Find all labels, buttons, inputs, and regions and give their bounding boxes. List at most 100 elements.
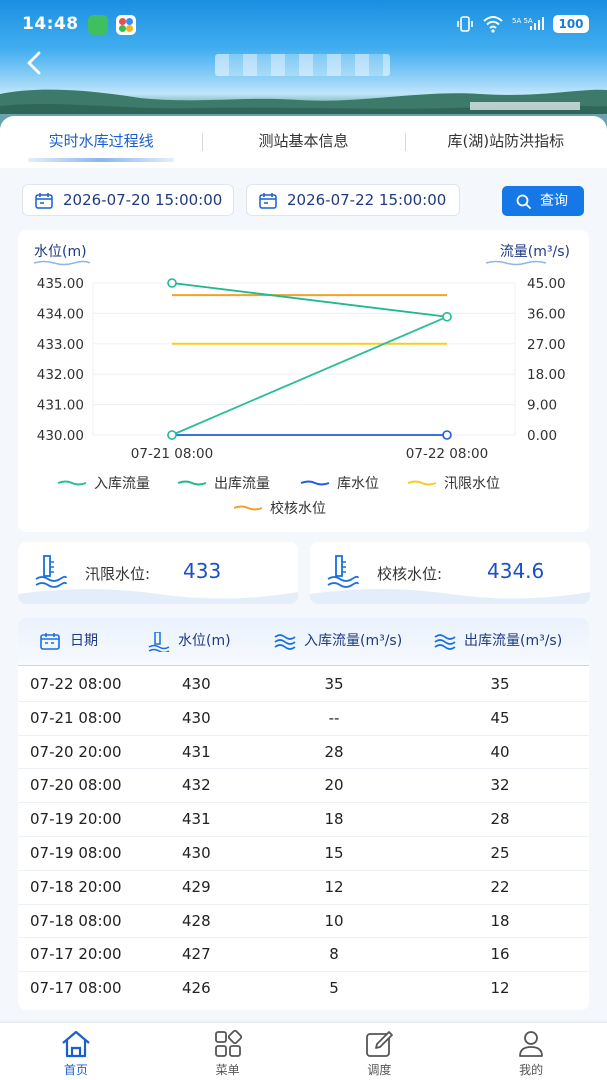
nav-profile[interactable]: 我的 — [455, 1023, 607, 1080]
legend-item: 汛限水位 — [444, 476, 500, 492]
series-line-1 — [171, 282, 448, 318]
cell-inflow: 28 — [324, 742, 344, 761]
table-row: 07-21 08:00 430 -- 45 — [18, 702, 589, 736]
legend-item: 库水位 — [337, 476, 379, 492]
header-banner: 14:48 5A 5A 100 — [0, 0, 607, 130]
nav-menu[interactable]: 菜单 — [152, 1023, 304, 1080]
cell-date: 07-19 20:00 — [30, 810, 122, 829]
status-bar: 14:48 5A 5A 100 — [0, 0, 607, 50]
legend-swatch — [300, 480, 330, 486]
cell-inflow: 10 — [324, 911, 344, 930]
cell-outflow: 40 — [490, 742, 510, 761]
svg-text:5A 5A: 5A 5A — [512, 17, 533, 25]
back-arrow-icon[interactable] — [22, 48, 48, 78]
wechat-icon — [88, 15, 108, 35]
cell-outflow: 32 — [490, 776, 510, 795]
cell-water-level: 430 — [182, 675, 211, 693]
flood-limit-value: 433 — [183, 559, 222, 583]
y-tick-left: 431.00 — [37, 398, 84, 414]
legend-item: 校核水位 — [270, 500, 326, 517]
cell-outflow: 16 — [490, 945, 510, 964]
wave-decoration — [310, 589, 590, 604]
cell-inflow: 20 — [324, 776, 344, 795]
query-button[interactable]: 查询 — [502, 186, 584, 216]
y-tick-right: 45.00 — [527, 276, 566, 292]
user-icon — [519, 1031, 544, 1057]
table-row: 07-17 08:00 426 5 12 — [18, 972, 589, 1006]
waves-icon — [434, 634, 456, 650]
table-row: 07-18 20:00 429 12 22 — [18, 871, 589, 905]
battery-icon: 100 — [553, 15, 589, 33]
y-tick-right: 18.00 — [527, 367, 566, 383]
cell-inflow: 5 — [329, 979, 339, 998]
nav-home[interactable]: 首页 — [0, 1023, 152, 1080]
data-point — [442, 311, 452, 322]
app-grid-icon — [116, 15, 136, 35]
y-tick-left: 434.00 — [37, 306, 84, 322]
cell-date: 07-20 20:00 — [30, 742, 122, 761]
cell-inflow: 18 — [324, 810, 344, 829]
y-tick-right: 27.00 — [527, 337, 566, 353]
legend-item: 出库流量 — [214, 476, 270, 492]
start-date-value: 2026-07-20 15:00:00 — [63, 191, 223, 209]
cell-outflow: 25 — [490, 843, 510, 862]
data-point — [167, 278, 177, 288]
calendar-icon — [259, 193, 277, 209]
data-point — [167, 430, 177, 440]
y-tick-left: 433.00 — [37, 337, 84, 353]
legend-swatch — [407, 480, 437, 486]
y-tick-left: 430.00 — [37, 428, 84, 444]
waves-icon — [274, 634, 296, 650]
cell-water-level: 431 — [182, 810, 211, 829]
tab-bar: 实时水库过程线 测站基本信息 库(湖)站防洪指标 — [0, 116, 607, 168]
table-row: 07-22 08:00 430 35 35 — [18, 668, 589, 702]
header-date: 日期 — [40, 618, 140, 664]
chart-card: 水位(m) 流量(m³/s) 435.00 45.00 434.00 36.00 433.0… — [18, 230, 589, 532]
end-date-value: 2026-07-22 15:00:00 — [287, 191, 447, 209]
cell-outflow: 18 — [490, 911, 510, 930]
cell-date: 07-18 20:00 — [30, 877, 122, 896]
cell-outflow: 35 — [490, 675, 510, 693]
cell-outflow: 45 — [490, 708, 510, 727]
tab-realtime-curve[interactable]: 实时水库过程线 — [0, 116, 202, 168]
header-inflow: 入库流量(m³/s) — [274, 618, 424, 664]
cell-date: 07-17 20:00 — [30, 945, 122, 964]
cell-water-level: 429 — [182, 877, 211, 896]
calendar-icon — [35, 193, 53, 209]
y-tick-right: 36.00 — [527, 306, 566, 322]
title-underline-right — [485, 260, 547, 266]
cell-water-level: 430 — [182, 843, 211, 862]
table-row: 07-20 08:00 432 20 32 — [18, 769, 589, 804]
check-level-label: 校核水位: — [377, 565, 443, 583]
nav-dispatch[interactable]: 调度 — [304, 1023, 456, 1080]
start-date-picker[interactable]: 2026-07-20 15:00:00 — [22, 184, 234, 216]
cell-water-level: 428 — [182, 911, 211, 930]
tab-station-info[interactable]: 测站基本信息 — [202, 116, 404, 168]
table-row: 07-19 08:00 430 15 25 — [18, 837, 589, 871]
y-tick-right: 9.00 — [527, 398, 557, 414]
end-date-picker[interactable]: 2026-07-22 15:00:00 — [246, 184, 460, 216]
cell-outflow: 28 — [490, 810, 510, 829]
home-icon — [62, 1030, 90, 1058]
table-row: 07-18 08:00 428 10 18 — [18, 905, 589, 939]
water-level-flow-chart: 水位(m) 流量(m³/s) 435.00 45.00 434.00 36.00 433.0… — [33, 244, 570, 517]
table-header: 日期 水位(m) 入库流量(m³/s) 出库流量(m³/s) — [18, 618, 589, 666]
series-line-0 — [171, 315, 448, 436]
water-gauge-icon — [327, 555, 359, 588]
table-row: 07-19 20:00 431 18 28 — [18, 803, 589, 837]
table-body: 07-22 08:00 430 35 35 07-21 08:00 430 -- 45 07-2… — [18, 668, 589, 1006]
title-underline-left — [33, 260, 91, 266]
cell-water-level: 432 — [182, 776, 211, 795]
table-row: 07-17 20:00 427 8 16 — [18, 938, 589, 973]
table-row: 07-20 20:00 431 28 40 — [18, 736, 589, 770]
x-tick: 07-21 08:00 — [131, 446, 213, 462]
cell-water-level: 426 — [182, 979, 211, 998]
tab-flood-indicators[interactable]: 库(湖)站防洪指标 — [404, 116, 607, 168]
page-title-redacted — [215, 54, 390, 76]
cell-outflow: 22 — [490, 877, 510, 896]
y-tick-left: 432.00 — [37, 367, 84, 383]
x-tick: 07-22 08:00 — [406, 446, 488, 462]
flood-limit-card: 汛限水位: 433 — [18, 542, 298, 604]
status-time: 14:48 — [22, 14, 79, 34]
cell-date: 07-22 08:00 — [30, 675, 122, 693]
